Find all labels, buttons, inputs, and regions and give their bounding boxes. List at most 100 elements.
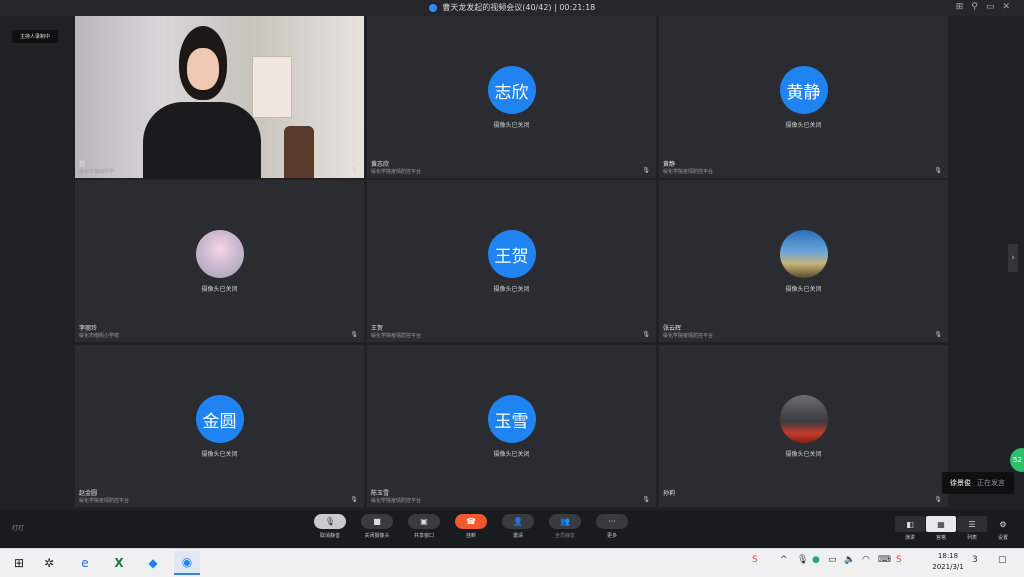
participant-org: 绥化学院疫情防控平台: [371, 169, 422, 175]
app-pinwheel-icon[interactable]: ✲: [40, 554, 58, 572]
meeting-title: 曹天龙发起的视频会议(40/42) | 00:21:18: [0, 2, 1024, 13]
active-speaker-toast: 徐景俊 正在发言: [942, 472, 1014, 494]
participant-tile[interactable]: 摄像头已关闭 孙莉 🎙: [659, 345, 948, 507]
participant-tile[interactable]: 王贺 摄像头已关闭 王贺 绥化学院疫情防控平台 🎙: [367, 180, 656, 342]
more-button[interactable]: ··· 更多: [594, 514, 630, 544]
speaker-view-button[interactable]: ◧ 演讲: [895, 516, 925, 544]
settings-label: 设置: [997, 535, 1008, 541]
person-body: [143, 102, 261, 178]
clock-date: 2021/3/1: [932, 563, 964, 571]
grid-view-button[interactable]: ▦ 宫格: [926, 516, 956, 544]
grid-view-label: 宫格: [935, 535, 946, 541]
participant-name: 赵金圆: [79, 490, 98, 497]
pin-icon[interactable]: ⚲: [971, 2, 986, 12]
camera-off-label: 摄像头已关闭: [785, 286, 822, 293]
speaker-name: 徐景俊: [950, 479, 971, 487]
person-face: [187, 48, 219, 90]
participant-avatar: 玉雪: [487, 395, 536, 443]
participant-name: 孙莉: [663, 490, 676, 497]
participant-avatar-image: [779, 230, 828, 278]
mute-all-label: 全员静音: [554, 533, 575, 539]
maximize-icon[interactable]: ▭: [986, 2, 1003, 12]
camera-off-label: 关闭摄像头: [364, 533, 390, 539]
notification-badge[interactable]: 3: [972, 555, 978, 565]
participant-org: 绥化市南街小学校: [79, 333, 120, 339]
mic-icon: 🎙: [350, 496, 358, 503]
self-video: [137, 24, 267, 178]
invite-icon: 👤: [502, 514, 534, 529]
participant-name: 黄志欣: [371, 161, 390, 168]
invite-label: 邀请: [512, 533, 523, 539]
window-controls: ⊞⚲▭✕: [956, 2, 1018, 12]
participant-org: 绥化学院疫情防控平台: [663, 333, 714, 339]
participant-tile[interactable]: 玉雪 摄像头已关闭 陈玉雪 绥化学院疫情防控平台 🎙: [367, 345, 656, 507]
participant-name: 陈玉雪: [371, 490, 390, 497]
participant-avatar: 金圆: [195, 395, 244, 443]
mic-icon: 🎙: [642, 496, 650, 503]
unmute-label: 取消静音: [319, 533, 340, 539]
taskbar-clock[interactable]: 18:18 2021/3/1: [918, 551, 978, 573]
tray-app2-icon[interactable]: ●: [812, 555, 820, 565]
chair: [284, 126, 314, 178]
grid-view-icon: ▦: [926, 516, 956, 532]
meeting-icon: [428, 3, 437, 12]
mic-icon: 🎙: [642, 331, 650, 338]
tray-expand-icon[interactable]: ^: [780, 555, 788, 565]
layout-icon[interactable]: ⊞: [956, 2, 972, 12]
meeting-app-icon[interactable]: ◉: [174, 551, 200, 575]
share-window-button[interactable]: ▣ 共享窗口: [406, 514, 442, 544]
camera-off-label: 摄像头已关闭: [785, 122, 822, 129]
participant-avatar: 黄静: [779, 66, 828, 114]
mic-icon: 🎙: [934, 496, 942, 503]
participant-tile[interactable]: 摄像头已关闭 李丽玲 绥化市南街小学校 🎙: [75, 180, 364, 342]
participant-avatar-image: [195, 230, 244, 278]
camera-off-label: 摄像头已关闭: [785, 451, 822, 458]
wifi-icon[interactable]: ◠: [862, 555, 870, 565]
windows-start-icon[interactable]: ⊞: [10, 554, 28, 572]
hangup-icon: ☎: [455, 514, 487, 529]
mute-all-icon: 👥: [549, 514, 581, 529]
clock-time: 18:18: [937, 552, 959, 560]
mic-icon: 🎙: [934, 167, 942, 174]
close-icon[interactable]: ✕: [1002, 2, 1018, 12]
unmute-button[interactable]: 🎙 取消静音: [312, 514, 348, 544]
volume-icon[interactable]: 🔈: [844, 555, 855, 565]
windows-taskbar: ⊞ ✲ e X ◆ ◉ S ^ 🎙 ● ▭ 🔈 ◠ ⌨ S 18:18 2021…: [0, 548, 1024, 577]
participant-tile[interactable]: 金圆 摄像头已关闭 赵金圆 绥化学院疫情防控平台 🎙: [75, 345, 364, 507]
participant-org: 绥化学院疫情防控平台: [663, 169, 714, 175]
camera-off-label: 摄像头已关闭: [493, 122, 530, 129]
list-view-icon: ☰: [957, 516, 987, 532]
toolbar-left-label[interactable]: 打打: [12, 523, 24, 532]
dingtalk-icon[interactable]: ◆: [144, 554, 162, 572]
input-method-icon[interactable]: S: [896, 555, 902, 565]
tray-app-icon[interactable]: S: [752, 555, 758, 565]
mute-all-button[interactable]: 👥 全员静音: [547, 514, 583, 544]
participant-name: 李丽玲: [79, 325, 98, 332]
meeting-toolbar: 打打 🎙 取消静音 ■ 关闭摄像头 ▣ 共享窗口 ☎ 挂断 👤 邀请 👥 全员静…: [0, 510, 1024, 548]
gear-icon: ⚙: [999, 519, 1007, 529]
camera-off-label: 摄像头已关闭: [493, 451, 530, 458]
tray-mic-icon[interactable]: 🎙: [797, 555, 808, 565]
mic-icon: 🎙: [350, 167, 358, 174]
list-view-button[interactable]: ☰ 列表: [957, 516, 987, 544]
participant-tile[interactable]: 摄像头已关闭 张云辉 绥化学院疫情防控平台 🎙: [659, 180, 948, 342]
camera-off-button[interactable]: ■ 关闭摄像头: [359, 514, 395, 544]
keyboard-icon[interactable]: ⌨: [878, 555, 891, 565]
participant-tile-self[interactable]: 我 绥化市第四中学 🎙: [75, 16, 364, 178]
action-center-icon[interactable]: ▢: [998, 555, 1007, 565]
more-label: 更多: [606, 533, 617, 539]
participant-org: 绥化学院疫情防控平台: [371, 333, 422, 339]
invite-button[interactable]: 👤 邀请: [500, 514, 536, 544]
participant-name: 王贺: [371, 325, 384, 332]
ie-browser-icon[interactable]: e: [76, 554, 94, 572]
camera-icon: ■: [361, 514, 393, 529]
participant-tile[interactable]: 黄静 摄像头已关闭 黄静 绥化学院疫情防控平台 🎙: [659, 16, 948, 178]
participant-tile[interactable]: 志欣 摄像头已关闭 黄志欣 绥化学院疫情防控平台 🎙: [367, 16, 656, 178]
hang-up-button[interactable]: ☎ 挂断: [453, 514, 489, 544]
next-page-arrow-icon[interactable]: ›: [1008, 244, 1018, 272]
excel-icon[interactable]: X: [110, 554, 128, 572]
settings-button[interactable]: ⚙ 设置: [988, 516, 1018, 544]
participant-org: 绥化市第四中学: [79, 169, 115, 175]
camera-off-label: 摄像头已关闭: [201, 286, 238, 293]
camera-off-label: 摄像头已关闭: [493, 286, 530, 293]
